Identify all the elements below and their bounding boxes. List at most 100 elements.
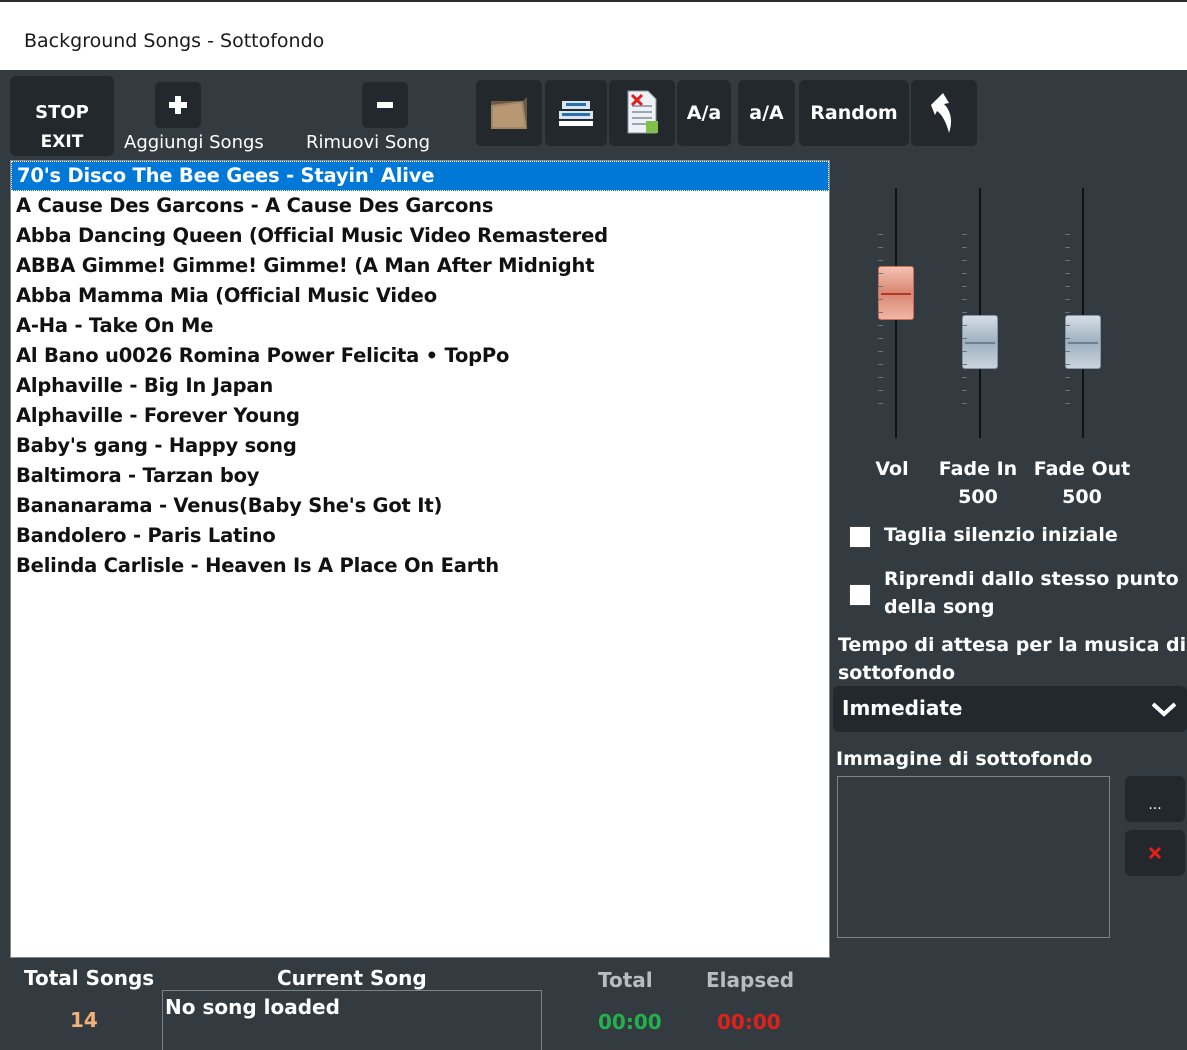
total-time-value: 00:00 xyxy=(598,1010,662,1034)
song-list-item[interactable]: ABBA Gimme! Gimme! Gimme! (A Man After M… xyxy=(11,251,829,281)
browse-image-button[interactable]: ... xyxy=(1125,776,1185,822)
vol-slider[interactable] xyxy=(876,188,916,438)
back-button[interactable] xyxy=(911,80,977,146)
slider-tick xyxy=(878,234,883,235)
slider-tick xyxy=(1065,247,1070,248)
song-list-item[interactable]: 70's Disco The Bee Gees - Stayin' Alive xyxy=(11,161,829,191)
song-list-item[interactable]: Al Bano u0026 Romina Power Felicita • To… xyxy=(11,341,829,371)
slider-tick xyxy=(962,403,967,404)
song-list-item[interactable]: A-Ha - Take On Me xyxy=(11,311,829,341)
slider-tick xyxy=(878,273,883,274)
wait-time-dropdown[interactable]: Immediate xyxy=(833,686,1187,732)
random-button[interactable]: Random xyxy=(799,80,909,146)
fade-out-slider[interactable] xyxy=(1063,188,1103,438)
stop-exit-button[interactable]: STOP EXIT xyxy=(10,76,114,156)
song-list-item[interactable]: Baby's gang - Happy song xyxy=(11,431,829,461)
folder-icon xyxy=(491,97,527,129)
exit-label: EXIT xyxy=(40,132,84,152)
remove-song-button[interactable] xyxy=(362,82,408,128)
song-list-item[interactable]: Belinda Carlisle - Heaven Is A Place On … xyxy=(11,551,829,581)
add-songs-label: Aggiungi Songs xyxy=(124,132,264,153)
slider-tick xyxy=(1065,299,1070,300)
lowercase-toggle-button[interactable]: a/A xyxy=(738,80,795,146)
add-songs-button[interactable] xyxy=(155,82,201,128)
slider-tick xyxy=(1065,273,1070,274)
slider-tick xyxy=(878,364,883,365)
song-list[interactable]: 70's Disco The Bee Gees - Stayin' Alive A… xyxy=(10,160,830,958)
fade-out-value: 500 xyxy=(1062,486,1102,508)
song-list-item[interactable]: Abba Mamma Mia (Official Music Video xyxy=(11,281,829,311)
app-body: STOP EXIT Aggiungi Songs Rimuovi Song A/… xyxy=(0,70,1187,1050)
lowercase-toggle-label: a/A xyxy=(749,102,784,124)
random-label: Random xyxy=(810,102,898,124)
current-song-box: No song loaded xyxy=(162,990,542,1050)
stop-label: STOP xyxy=(35,102,89,123)
song-list-item[interactable]: Bandolero - Paris Latino xyxy=(11,521,829,551)
slider-tick xyxy=(962,260,967,261)
slider-tick xyxy=(878,403,883,404)
slider-tick xyxy=(1065,312,1070,313)
minus-icon xyxy=(377,102,393,108)
slider-tick xyxy=(878,312,883,313)
wait-time-label-line2: sottofondo xyxy=(838,662,956,684)
slider-tick xyxy=(1065,260,1070,261)
trim-silence-checkbox[interactable] xyxy=(849,526,871,548)
slider-tick xyxy=(1065,377,1070,378)
delete-file-icon xyxy=(627,90,658,134)
status-footer: Total Songs 14 Current Song No song load… xyxy=(0,960,1187,1050)
song-list-item[interactable]: Bananarama - Venus(Baby She's Got It) xyxy=(11,491,829,521)
open-folder-button[interactable] xyxy=(476,80,542,146)
slider-tick xyxy=(1065,286,1070,287)
slider-tick xyxy=(1065,403,1070,404)
slider-tick xyxy=(962,325,967,326)
slider-tick xyxy=(962,299,967,300)
slider-tick xyxy=(962,364,967,365)
total-songs-label: Total Songs xyxy=(24,966,155,990)
current-song-value: No song loaded xyxy=(165,995,340,1019)
back-arrow-icon xyxy=(931,93,952,133)
slider-tick xyxy=(962,234,967,235)
slider-tick xyxy=(962,390,967,391)
slider-tick xyxy=(878,338,883,339)
fade-out-slider-thumb[interactable] xyxy=(1065,315,1101,369)
background-image-preview xyxy=(837,776,1110,938)
fade-in-value: 500 xyxy=(958,486,998,508)
elapsed-time-value: 00:00 xyxy=(717,1010,781,1034)
fade-in-slider-thumb[interactable] xyxy=(962,315,998,369)
song-list-item[interactable]: Baltimora - Tarzan boy xyxy=(11,461,829,491)
song-list-item[interactable]: Abba Dancing Queen (Official Music Video… xyxy=(11,221,829,251)
window-title: Background Songs - Sottofondo xyxy=(24,30,325,52)
slider-tick xyxy=(878,351,883,352)
slider-tick xyxy=(878,299,883,300)
slider-tick xyxy=(1065,325,1070,326)
song-list-item[interactable]: Alphaville - Big In Japan xyxy=(11,371,829,401)
resume-label-line2: della song xyxy=(884,596,995,618)
slider-tick xyxy=(878,260,883,261)
slider-tick xyxy=(1065,364,1070,365)
clear-image-button[interactable] xyxy=(1125,830,1185,876)
uppercase-toggle-button[interactable]: A/a xyxy=(677,80,731,146)
vol-label: Vol xyxy=(875,458,909,480)
total-songs-value: 14 xyxy=(70,1008,98,1032)
song-list-item[interactable]: A Cause Des Garcons - A Cause Des Garcon… xyxy=(11,191,829,221)
slider-tick xyxy=(962,273,967,274)
vol-slider-thumb[interactable] xyxy=(878,266,914,320)
slider-tick xyxy=(1065,338,1070,339)
total-time-label: Total xyxy=(598,968,653,992)
fade-in-slider[interactable] xyxy=(960,188,1000,438)
remove-song-label: Rimuovi Song xyxy=(306,132,431,153)
window-titlebar: Background Songs - Sottofondo xyxy=(0,0,1187,70)
uppercase-toggle-label: A/a xyxy=(686,102,722,124)
save-list-button[interactable] xyxy=(545,80,607,146)
slider-tick xyxy=(962,312,967,313)
slider-tick xyxy=(878,247,883,248)
slider-tick xyxy=(1065,351,1070,352)
wait-time-value: Immediate xyxy=(842,696,963,720)
song-list-item[interactable]: Alphaville - Forever Young xyxy=(11,401,829,431)
fade-out-label: Fade Out xyxy=(1033,458,1131,480)
delete-file-button[interactable] xyxy=(609,80,675,146)
resume-position-checkbox[interactable] xyxy=(849,584,871,606)
fade-in-label: Fade In xyxy=(938,458,1018,480)
slider-tick xyxy=(962,351,967,352)
current-song-label: Current Song xyxy=(277,966,427,990)
